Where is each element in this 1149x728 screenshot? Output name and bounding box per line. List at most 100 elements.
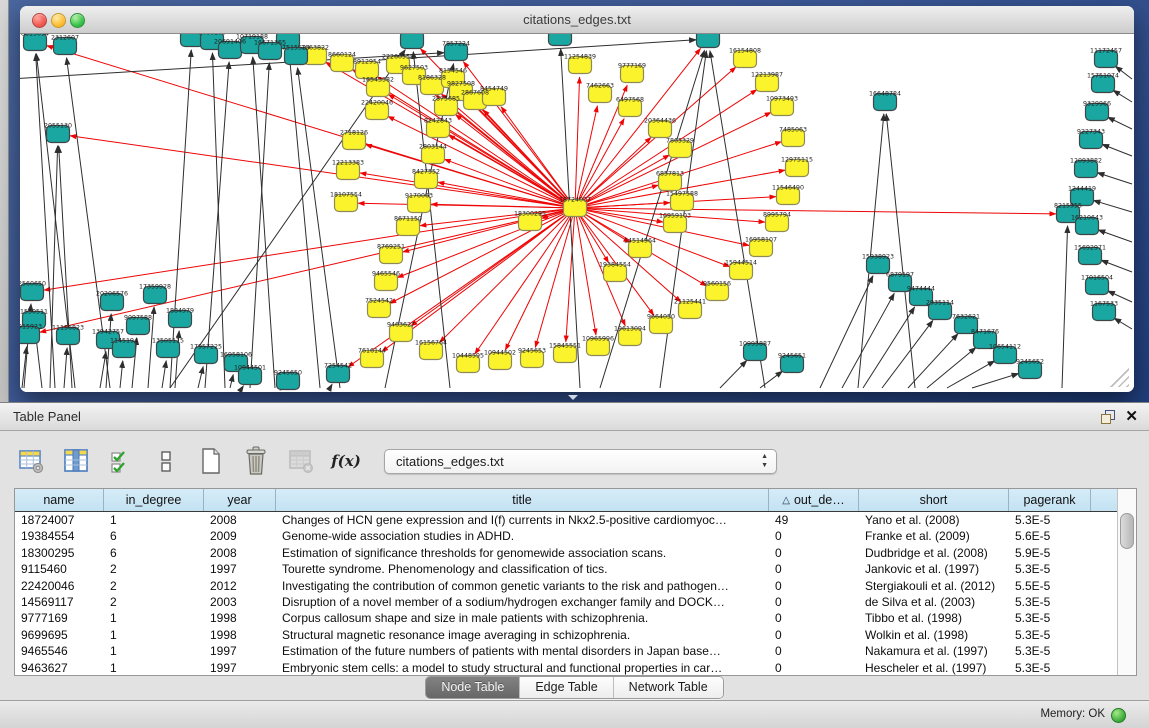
graph-node[interactable] — [549, 34, 572, 46]
graph-edge[interactable] — [886, 114, 915, 388]
graph-edge[interactable] — [212, 53, 225, 388]
column-header-out_de[interactable]: △out_de… — [769, 489, 859, 511]
table-row[interactable]: 946554611997Estimation of the future num… — [15, 643, 1117, 659]
memory-ok-indicator[interactable] — [1111, 708, 1126, 723]
graph-edge[interactable] — [298, 68, 340, 388]
graph-edge[interactable] — [64, 348, 67, 388]
graph-edge[interactable] — [710, 51, 765, 388]
graph-edge[interactable] — [927, 348, 976, 388]
tab-edge-table[interactable]: Edge Table — [520, 677, 613, 698]
table-row[interactable]: 2242004622012Investigating the contribut… — [15, 578, 1117, 594]
graph-edge[interactable] — [289, 52, 320, 388]
column-header-title[interactable]: title — [276, 489, 769, 511]
graph-edge[interactable] — [162, 361, 166, 388]
vertical-scrollbar[interactable] — [1117, 489, 1136, 675]
function-builder-button[interactable]: f(x) — [331, 445, 361, 477]
table-cell: 19384554 — [15, 528, 104, 544]
close-panel-icon[interactable]: ✕ — [1125, 407, 1138, 425]
graph-node-label: 20364436 — [644, 118, 676, 125]
select-rows-button[interactable] — [106, 445, 136, 477]
citation-edge[interactable] — [575, 208, 596, 335]
graph-edge[interactable] — [720, 361, 747, 388]
table-row[interactable]: 1938455462009Genome-wide association stu… — [15, 528, 1117, 544]
graph-edge[interactable] — [330, 384, 332, 388]
graph-edge[interactable] — [820, 276, 873, 388]
graph-edge[interactable] — [250, 63, 269, 388]
minimize-window-button[interactable] — [51, 13, 66, 28]
graph-edge[interactable] — [198, 367, 203, 388]
citation-edge[interactable] — [440, 208, 575, 343]
citation-edge[interactable] — [463, 62, 575, 208]
graph-edge[interactable] — [1114, 318, 1132, 329]
table-row[interactable]: 946362711997Embryonic stem cells: a mode… — [15, 660, 1117, 675]
graph-edge[interactable] — [858, 114, 884, 388]
network-view[interactable]: 1872400776638228660124891295422260558962… — [20, 34, 1134, 392]
citation-edge[interactable] — [40, 208, 575, 332]
graph-edge[interactable] — [1101, 260, 1132, 272]
tab-network-table[interactable]: Network Table — [614, 677, 723, 698]
table-row[interactable]: 911546021997Tourette syndrome. Phenomeno… — [15, 561, 1117, 577]
collapsed-side-panel[interactable] — [0, 0, 9, 402]
graph-edge[interactable] — [100, 352, 106, 388]
column-header-pagerank[interactable]: pagerank — [1009, 489, 1091, 511]
scrollbar-thumb[interactable] — [1120, 513, 1134, 549]
graph-node-label: 9245651 — [778, 353, 806, 360]
graph-edge[interactable] — [882, 321, 933, 388]
graph-edge[interactable] — [253, 57, 275, 388]
table-cell: 5.5E-5 — [1009, 578, 1091, 594]
graph-edge[interactable] — [120, 361, 123, 388]
graph-node-label: 12093882 — [1070, 158, 1102, 165]
citation-edge[interactable] — [444, 159, 575, 208]
window-titlebar[interactable]: citations_edges.txt — [20, 6, 1134, 34]
graph-edge[interactable] — [242, 386, 243, 388]
table-panel-title: Table Panel — [13, 403, 81, 430]
table-panel-header[interactable]: Table Panel ✕ — [0, 403, 1149, 431]
table-row[interactable]: 1456911722003Disruption of a novel membe… — [15, 594, 1117, 610]
graph-edge[interactable] — [1093, 200, 1132, 212]
graph-node-label: 9463627 — [387, 322, 415, 329]
graph-edge[interactable] — [908, 334, 958, 388]
graph-edge[interactable] — [863, 307, 915, 388]
zoom-window-button[interactable] — [70, 13, 85, 28]
graph-edge[interactable] — [1062, 226, 1068, 388]
network-window[interactable]: citations_edges.txt 18724007766382286601… — [20, 6, 1134, 392]
table-row[interactable]: 969969511998Structural magnetic resonanc… — [15, 627, 1117, 643]
graph-node-label: 2875685 — [432, 96, 460, 103]
citation-edge[interactable] — [360, 173, 575, 208]
graph-edge[interactable] — [1097, 173, 1132, 184]
table-row[interactable]: 1830029562008Estimation of significance … — [15, 545, 1117, 561]
column-header-name[interactable]: name — [15, 489, 104, 511]
table-viewport[interactable]: namein_degreeyeartitle△out_de…shortpager… — [15, 489, 1117, 675]
graph-node[interactable] — [697, 34, 720, 48]
create-column-button[interactable] — [196, 445, 226, 477]
graph-edge[interactable] — [205, 62, 229, 388]
graph-edge[interactable] — [842, 294, 894, 388]
graph-edge[interactable] — [1113, 90, 1132, 102]
column-header-in_degree[interactable]: in_degree — [104, 489, 204, 511]
graph-edge[interactable] — [1102, 144, 1132, 156]
show-columns-button[interactable] — [61, 445, 91, 477]
graph-edge[interactable] — [1108, 117, 1132, 129]
graph-edge[interactable] — [1098, 230, 1132, 242]
graph-edge[interactable] — [972, 374, 1019, 388]
column-header-year[interactable]: year — [204, 489, 276, 511]
graph-node[interactable] — [401, 34, 424, 49]
table-row[interactable]: 977716911998Corpus callosum shape and si… — [15, 610, 1117, 626]
citation-edge[interactable] — [448, 135, 575, 208]
table-selector-dropdown[interactable]: citations_edges.txt ▲▼ — [384, 449, 777, 474]
float-panel-icon[interactable] — [1101, 410, 1115, 424]
row-height-button[interactable] — [151, 445, 181, 477]
graph-node-label: 13505115 — [152, 338, 184, 345]
graph-edge[interactable] — [230, 375, 233, 388]
graph-node-label: 8660124 — [328, 52, 356, 59]
new-document-icon — [198, 446, 224, 476]
tab-node-table[interactable]: Node Table — [426, 677, 520, 698]
column-header-short[interactable]: short — [859, 489, 1009, 511]
close-window-button[interactable] — [32, 13, 47, 28]
citation-edge[interactable] — [441, 94, 575, 208]
table-options-button[interactable] — [16, 445, 46, 477]
table-row[interactable]: 1872400712008Changes of HCN gene express… — [15, 512, 1117, 528]
delete-column-button[interactable] — [241, 445, 271, 477]
splitter-handle[interactable] — [568, 395, 578, 400]
graph-edge[interactable] — [380, 40, 696, 60]
